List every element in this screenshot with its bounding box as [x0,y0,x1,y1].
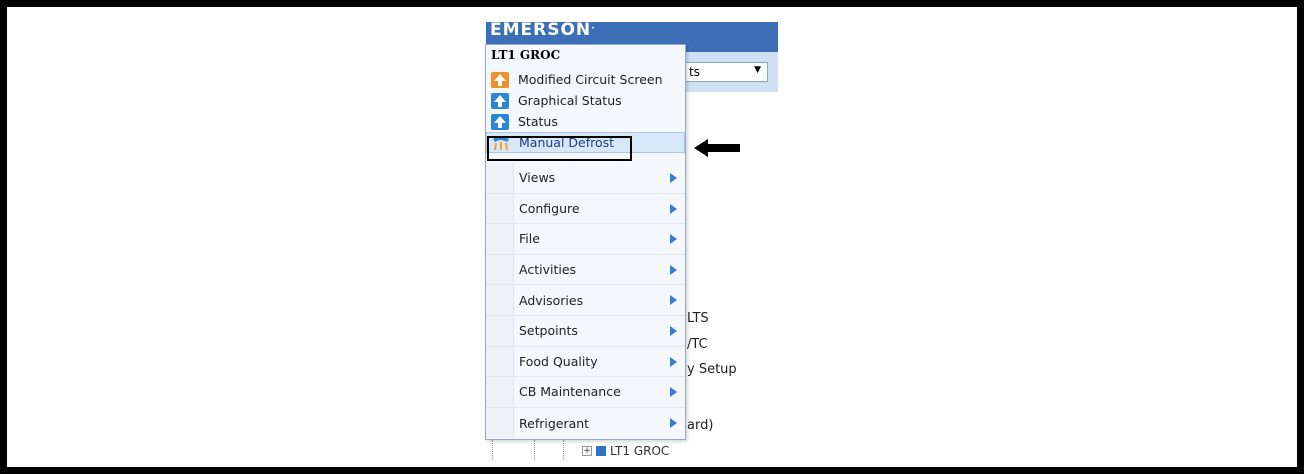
menu-item-label: Manual Defrost [519,135,615,150]
menu-item-label: Modified Circuit Screen [518,72,663,87]
emerson-logo: EMERSON. [490,20,596,40]
tree-node[interactable]: + LT1 GROC [582,444,669,458]
menu-item-label: Activities [519,262,577,278]
menu-item-status[interactable]: Status [486,111,685,132]
context-menu-title: LT1 GROC [491,48,561,62]
chevron-right-icon [670,295,677,306]
chevron-right-icon [670,387,677,398]
menu-item-views[interactable]: Views [486,163,685,194]
pointer-arrow-icon [694,139,740,157]
menu-item-advisories[interactable]: Advisories [486,285,685,316]
bg-tree-label: y Setup [687,362,737,377]
chevron-right-icon [670,203,677,214]
defrost-icon [491,135,511,151]
menu-item-label: Setpoints [519,323,578,339]
bg-tree-label: /TC [687,337,708,352]
menu-item-modified-circuit-screen[interactable]: Modified Circuit Screen [486,69,685,90]
expand-icon[interactable]: + [582,446,592,456]
menu-item-cb-maintenance[interactable]: CB Maintenance [486,377,685,408]
menu-item-setpoints[interactable]: Setpoints [486,316,685,347]
status-icon [490,113,510,130]
menu-item-label: Configure [519,200,580,216]
graphical-status-icon [490,92,510,109]
menu-item-food-quality[interactable]: Food Quality [486,347,685,378]
menu-item-manual-defrost[interactable]: Manual Defrost [486,132,685,153]
view-select[interactable]: ts ▼ [684,62,768,82]
menu-item-configure[interactable]: Configure [486,194,685,225]
menu-item-label: Refrigerant [519,415,590,431]
menu-item-label: Food Quality [519,353,598,369]
menu-item-refrigerant[interactable]: Refrigerant [486,408,685,439]
menu-item-label: CB Maintenance [519,384,621,400]
menu-item-file[interactable]: File [486,224,685,255]
tree-guide-line [563,440,564,460]
circuit-node-icon [596,446,606,456]
menu-item-label: Graphical Status [518,93,622,108]
tree-guide-line [534,440,535,460]
bg-tree-label: LTS [687,311,709,326]
chevron-right-icon [670,325,677,336]
menu-item-graphical-status[interactable]: Graphical Status [486,90,685,111]
tree-node-label: LT1 GROC [610,444,670,458]
bg-tree-label: ard) [687,418,714,433]
chevron-right-icon [670,234,677,245]
chevron-right-icon [670,173,677,183]
menu-item-label: Views [519,170,556,186]
menu-item-label: Advisories [519,292,584,308]
chevron-right-icon [670,264,677,275]
chevron-right-icon [670,356,677,367]
menu-item-label: Status [518,114,558,129]
view-select-value: ts [689,65,700,79]
chevron-right-icon [670,417,677,428]
tree-guide-line [492,440,493,460]
submenu-list: Views Configure File Activities Advisori… [486,163,685,438]
chevron-down-icon: ▼ [754,65,761,75]
circuit-icon [490,71,510,88]
menu-item-label: File [519,231,540,247]
menu-item-activities[interactable]: Activities [486,255,685,286]
context-menu: LT1 GROC Modified Circuit Screen Graphic… [485,44,686,440]
